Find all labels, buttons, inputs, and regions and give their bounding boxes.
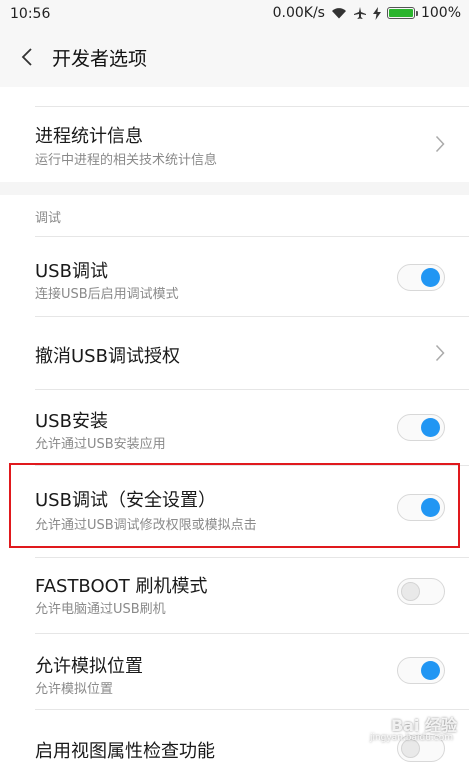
previous-item-remnant [0,87,469,107]
setting-title: USB调试 [35,261,108,282]
status-time: 10:56 [10,6,51,22]
chevron-right-icon [435,135,445,153]
section-header-debug: 调试 [0,195,469,237]
airplane-icon [353,6,367,20]
setting-usb-debug-security[interactable]: USB调试（安全设置） 允许通过USB调试修改权限或模拟点击 [0,466,469,558]
network-speed: 0.00K/s [272,5,325,21]
setting-title: 允许模拟位置 [35,656,143,677]
battery-fill [388,9,413,17]
chevron-right-icon [435,344,445,362]
toggle-knob [401,582,420,601]
setting-title: USB调试（安全设置） [35,490,216,511]
setting-subtitle: 运行中进程的相关技术统计信息 [35,153,218,168]
toggle-knob [421,661,440,680]
setting-subtitle: 允许模拟位置 [35,682,114,697]
fastboot-toggle[interactable] [397,578,445,605]
mock-location-toggle[interactable] [397,657,445,684]
toggle-knob [421,268,440,287]
setting-process-stats[interactable]: 进程统计信息 运行中进程的相关技术统计信息 [0,107,469,182]
setting-subtitle: 连接USB后启用调试模式 [35,287,179,302]
battery-icon [386,7,418,19]
setting-usb-debug[interactable]: USB调试 连接USB后启用调试模式 [0,237,469,317]
setting-title: 进程统计信息 [35,126,143,147]
setting-fastboot[interactable]: FASTBOOT 刷机模式 允许电脑通过USB刷机 [0,558,469,634]
app-header: 开发者选项 [0,30,469,87]
setting-title: 启用视图属性检查功能 [35,741,215,762]
watermark-url: jingyan.baidu.com [369,733,453,743]
chevron-left-icon [21,48,32,66]
wifi-icon [331,7,347,19]
back-button[interactable] [12,42,42,72]
setting-title: USB安装 [35,411,108,432]
status-icons: 0.00K/s 100% [273,5,461,21]
setting-revoke-usb-auth[interactable]: 撤消USB调试授权 [0,317,469,390]
setting-title: 撤消USB调试授权 [35,346,180,367]
usb-debug-toggle[interactable] [397,264,445,291]
usb-install-toggle[interactable] [397,414,445,441]
section-label: 调试 [35,211,62,226]
toggle-knob [421,418,440,437]
setting-mock-location[interactable]: 允许模拟位置 允许模拟位置 [0,634,469,710]
battery-percent: 100% [420,5,461,21]
usb-debug-security-toggle[interactable] [397,494,445,521]
setting-subtitle: 允许电脑通过USB刷机 [35,602,166,617]
status-bar: 10:56 0.00K/s 100% [0,0,469,30]
charging-icon [372,6,381,20]
setting-title: FASTBOOT 刷机模式 [35,576,208,597]
setting-subtitle: 允许通过USB安装应用 [35,437,166,452]
page-title: 开发者选项 [52,48,148,70]
setting-subtitle: 允许通过USB调试修改权限或模拟点击 [35,518,257,533]
setting-usb-install[interactable]: USB安装 允许通过USB安装应用 [0,390,469,466]
toggle-knob [421,498,440,517]
